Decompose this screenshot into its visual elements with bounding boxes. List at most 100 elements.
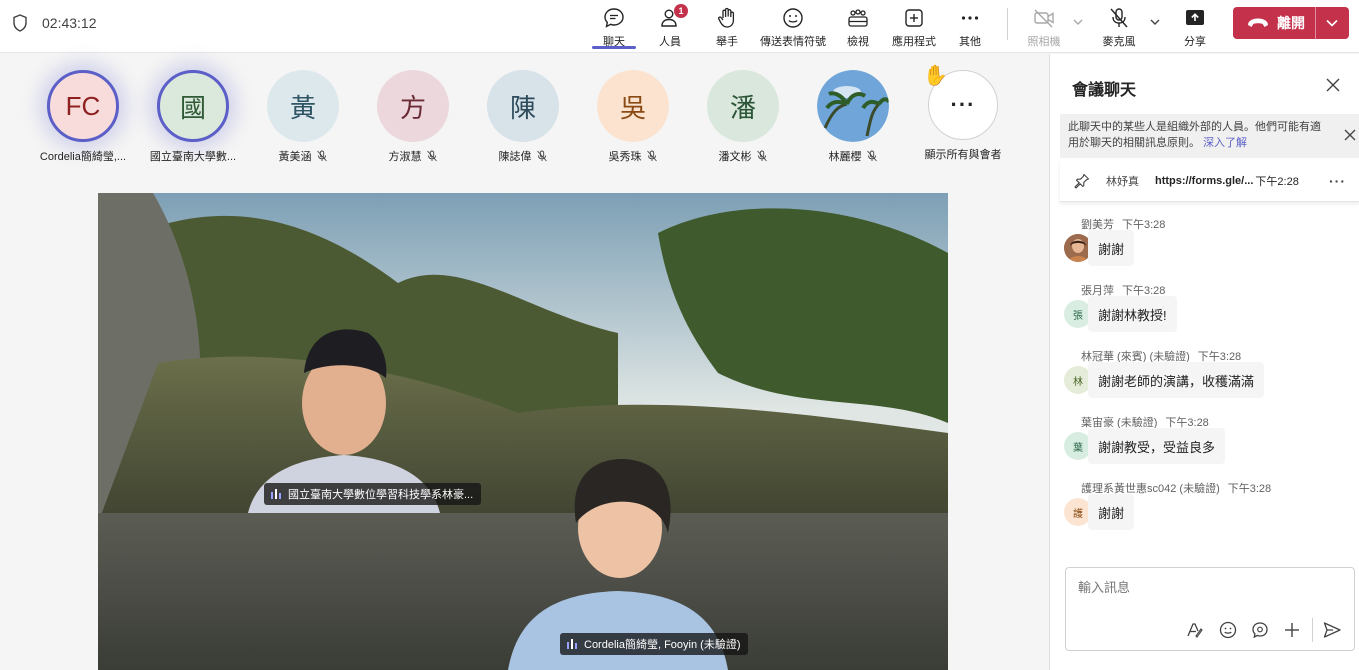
emoji-icon[interactable] [1218, 620, 1238, 640]
roster-participant[interactable]: 吳 吳秀珠 [578, 70, 688, 164]
add-apps-icon [905, 9, 923, 27]
view-label: 檢視 [847, 36, 869, 48]
roster-participant[interactable]: 潘 潘文彬 [688, 70, 798, 164]
participant-avatar: 方 [377, 70, 449, 142]
participant-name: 國立臺南大學數... [149, 151, 237, 163]
people-button[interactable]: 1 人員 [650, 4, 690, 50]
toolbar-divider [1007, 8, 1008, 40]
external-users-notice: 此聊天中的某些人是組織外部的人員。他們可能有適用於聊天的相關訊息原則。 深入了解 [1060, 114, 1359, 158]
leave-label: 離開 [1277, 15, 1305, 31]
notice-text: 此聊天中的某些人是組織外部的人員。他們可能有適用於聊天的相關訊息原則。 [1068, 121, 1321, 149]
hang-up-icon [1248, 18, 1268, 27]
mic-label: 麥克風 [1102, 36, 1136, 48]
pinned-message[interactable]: 林妤真 https://forms.gle/... 下午2:28 ··· [1060, 160, 1359, 202]
participant-avatar: 黃 [267, 70, 339, 142]
share-button[interactable]: 分享 [1176, 4, 1214, 50]
add-icon[interactable] [1282, 620, 1302, 640]
leave-options-chevron-icon[interactable] [1325, 17, 1339, 29]
format-icon[interactable] [1184, 620, 1204, 640]
meeting-toolbar: 02:43:12 聊天 1 人員 舉手 傳送表情符號 檢視 應用程式 其他 照相… [0, 0, 1359, 53]
show-all-avatar: ✋ ··· [923, 65, 998, 140]
camera-label: 照相機 [1027, 36, 1061, 48]
message-bubble: 謝謝林教授! [1088, 296, 1177, 332]
share-label: 分享 [1184, 36, 1206, 48]
participant-avatar: 國 [157, 70, 229, 142]
participant-avatar: 潘 [707, 70, 779, 142]
roster-participant[interactable]: 國 國立臺南大學數... [138, 70, 248, 164]
hand-icon [718, 7, 735, 28]
leave-button[interactable]: 離開 [1233, 7, 1349, 39]
message-input[interactable] [1078, 580, 1338, 595]
roster-participant[interactable]: 林麗櫻 [798, 70, 908, 164]
message-bubble: 謝謝老師的演講，收穫滿滿 [1088, 362, 1265, 398]
camera-off-icon [1034, 9, 1054, 28]
pinned-time: 下午2:28 [1255, 175, 1299, 188]
participant-name-tag: 國立臺南大學數位學習科技學系林豪... [264, 483, 482, 505]
pinned-link[interactable]: https://forms.gle/... [1155, 175, 1253, 187]
more-dots-icon: ··· [950, 92, 976, 117]
mic-button[interactable]: 麥克風 [1096, 4, 1142, 50]
raise-hand-button[interactable]: 舉手 [707, 4, 747, 50]
palm-tree-photo [817, 70, 889, 142]
camera-options-chevron-icon[interactable] [1072, 16, 1084, 28]
apps-button[interactable]: 應用程式 [888, 4, 940, 50]
participant-photo-avatar [817, 70, 889, 142]
mic-off-icon [646, 150, 657, 162]
close-icon[interactable] [1344, 129, 1356, 141]
participant-name: 林麗櫻 [829, 148, 878, 164]
mic-off-icon [316, 150, 327, 162]
leave-divider [1315, 7, 1316, 39]
show-all-label: 顯示所有與會者 [924, 149, 1002, 161]
more-icon [961, 16, 979, 20]
message-bubble: 謝謝教受，受益良多 [1088, 428, 1226, 464]
more-button[interactable]: 其他 [950, 4, 990, 50]
mic-off-icon [426, 150, 437, 162]
apps-label: 應用程式 [892, 36, 936, 48]
show-all-participants-button[interactable]: ✋ ··· 顯示所有與會者 [908, 65, 1018, 162]
mic-off-icon [756, 150, 767, 162]
roster-participant[interactable]: FC Cordelia簡綺瑩,... [28, 70, 138, 164]
mic-off-icon [866, 150, 877, 162]
compose-divider [1312, 618, 1313, 642]
send-icon[interactable] [1322, 620, 1342, 640]
pin-icon [1074, 173, 1090, 189]
chat-button[interactable]: 聊天 [592, 4, 636, 50]
speaking-indicator-icon [271, 489, 281, 499]
mic-options-chevron-icon[interactable] [1149, 16, 1161, 28]
roster-participant[interactable]: 方 方淑慧 [358, 70, 468, 164]
participant-name: 方淑慧 [389, 148, 438, 164]
message-bubble: 謝謝 [1088, 230, 1135, 266]
learn-more-link[interactable]: 深入了解 [1203, 137, 1247, 149]
compose-box [1065, 567, 1355, 651]
meeting-timer: 02:43:12 [42, 15, 97, 31]
more-options-icon[interactable]: ··· [1329, 173, 1346, 189]
participant-name: Cordelia簡綺瑩,... [39, 151, 127, 163]
participant-avatar: 吳 [597, 70, 669, 142]
pinned-sender: 林妤真 [1106, 175, 1139, 188]
people-badge: 1 [674, 4, 688, 18]
more-label: 其他 [959, 36, 981, 48]
participant-name: 吳秀珠 [609, 148, 658, 164]
message-bubble: 謝謝 [1088, 494, 1135, 530]
view-button[interactable]: 檢視 [838, 4, 878, 50]
participant-name: 黃美涵 [279, 148, 328, 164]
raise-hand-label: 舉手 [716, 36, 738, 48]
participant-name: 潘文彬 [719, 148, 768, 164]
close-icon[interactable] [1326, 78, 1340, 92]
shield-icon[interactable] [12, 14, 28, 32]
meeting-chat-panel: 會議聊天 此聊天中的某些人是組織外部的人員。他們可能有適用於聊天的相關訊息原則。… [1049, 54, 1359, 670]
roster-participant[interactable]: 黃 黃美涵 [248, 70, 358, 164]
roster-participant[interactable]: 陳 陳誌偉 [468, 70, 578, 164]
participant-avatar: 陳 [487, 70, 559, 142]
reactions-label: 傳送表情符號 [760, 36, 826, 48]
mic-off-icon [536, 150, 547, 162]
emoji-icon [783, 8, 803, 28]
chat-icon [604, 8, 624, 28]
loop-component-icon[interactable] [1250, 620, 1270, 640]
video-stage: 國立臺南大學數位學習科技學系林豪... Cordelia簡綺瑩, Fooyin … [98, 193, 948, 670]
participant-name: 陳誌偉 [499, 148, 548, 164]
camera-button[interactable]: 照相機 [1022, 4, 1066, 50]
reactions-button[interactable]: 傳送表情符號 [758, 4, 828, 50]
mic-off-icon [1110, 8, 1128, 28]
participant-avatar: FC [47, 70, 119, 142]
